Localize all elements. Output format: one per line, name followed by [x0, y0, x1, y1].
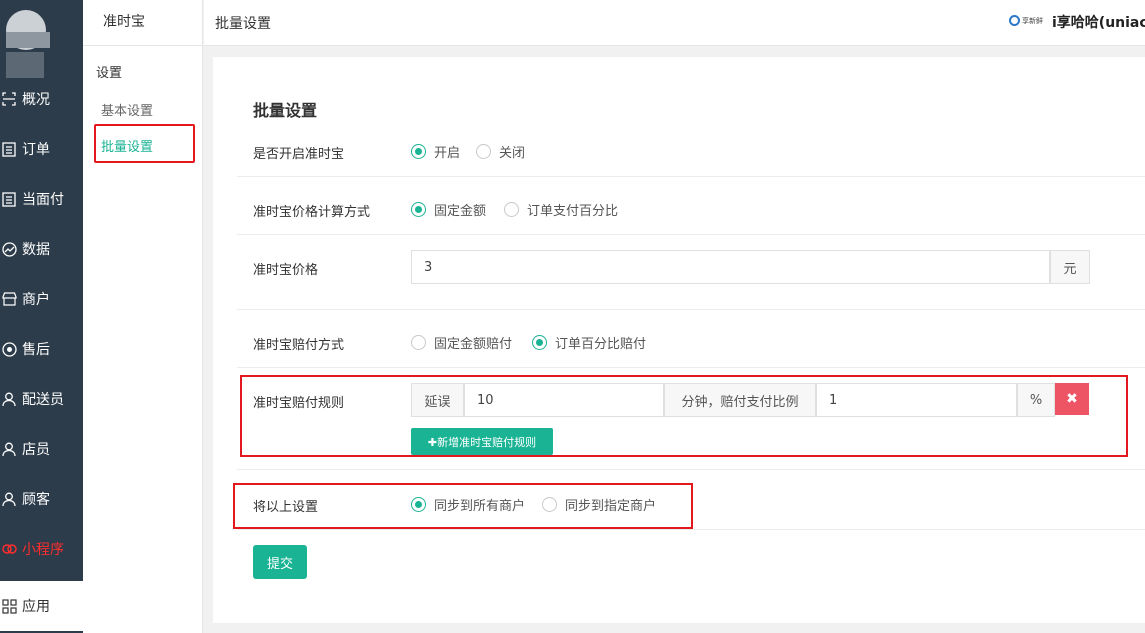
- nav-item-clerk[interactable]: 店员: [0, 424, 83, 474]
- radio-dot: [411, 335, 426, 350]
- radio-enable-on[interactable]: 开启: [411, 142, 460, 161]
- price-label: 准时宝价格: [253, 263, 319, 278]
- brand-name: 享新鲜: [1022, 16, 1043, 25]
- radio-dot: [411, 144, 426, 159]
- clerk-icon: [1, 441, 17, 457]
- service-icon: [1, 341, 17, 357]
- sub-nav-section: 设置: [96, 66, 123, 81]
- divider: [237, 309, 1145, 310]
- nav-item-courier[interactable]: 配送员: [0, 374, 83, 424]
- nav-item-miniprogram[interactable]: 小程序: [0, 524, 83, 574]
- radio-label: 固定金额赔付: [434, 337, 513, 352]
- settings-panel: 批量设置 是否开启准时宝 开启 关闭 准时宝价格计算方式 固定金额 订单支付百分…: [213, 57, 1145, 623]
- brand-icon: [1009, 15, 1020, 26]
- page-title: 批量设置: [215, 16, 271, 32]
- nav-label: 数据: [22, 242, 50, 258]
- divider: [237, 529, 1145, 530]
- sub-nav: 准时宝 设置 基本设置 批量设置: [83, 0, 203, 633]
- radio-comp-percent[interactable]: 订单百分比赔付: [532, 333, 646, 352]
- nav-item-data[interactable]: 数据: [0, 224, 83, 274]
- radio-label: 订单百分比赔付: [555, 337, 647, 352]
- radio-dot: [411, 202, 426, 217]
- submit-button[interactable]: 提交: [253, 545, 307, 579]
- nav-label: 配送员: [22, 392, 64, 408]
- divider: [237, 176, 1145, 177]
- user-name[interactable]: i享哈哈(uniaci: [1052, 12, 1145, 32]
- nav-label: 售后: [22, 342, 50, 358]
- enable-label: 是否开启准时宝: [253, 147, 345, 162]
- nav-label: 顾客: [22, 492, 50, 508]
- nav-item-merchant[interactable]: 商户: [0, 274, 83, 324]
- apps-icon: [1, 598, 17, 614]
- nav-item-apps[interactable]: 应用: [0, 581, 83, 631]
- nav-item-pay[interactable]: 当面付: [0, 174, 83, 224]
- calc-label: 准时宝价格计算方式: [253, 205, 371, 220]
- radio-enable-off[interactable]: 关闭: [476, 142, 525, 161]
- radio-label: 订单支付百分比: [527, 204, 619, 219]
- radio-calc-fixed[interactable]: 固定金额: [411, 200, 486, 219]
- nav-item-overview[interactable]: 概况: [0, 74, 83, 124]
- comp-label: 准时宝赔付方式: [253, 338, 345, 353]
- radio-calc-percent[interactable]: 订单支付百分比: [504, 200, 618, 219]
- nav-label: 小程序: [22, 542, 64, 558]
- divider: [237, 469, 1145, 470]
- highlight-box-sync: [233, 483, 693, 529]
- nav-label: 店员: [22, 442, 50, 458]
- highlight-box-rule: [240, 375, 1128, 457]
- form-title: 批量设置: [253, 101, 318, 120]
- order-icon: [1, 141, 17, 157]
- radio-dot: [504, 202, 519, 217]
- nav-item-aftersale[interactable]: 售后: [0, 324, 83, 374]
- chart-icon: [1, 241, 17, 257]
- store-icon: [1, 291, 17, 307]
- customer-icon: [1, 491, 17, 507]
- pay-icon: [1, 191, 17, 207]
- nav-label: 商户: [22, 292, 50, 308]
- radio-dot: [476, 144, 491, 159]
- sub-nav-title: 准时宝: [83, 0, 202, 46]
- nav-label: 应用: [22, 599, 50, 615]
- main-nav: 概况 订单 当面付 数据 商户 售后 配送员 店员 顾客 小程序 应用: [0, 0, 83, 633]
- courier-icon: [1, 391, 17, 407]
- nav-label: 订单: [22, 142, 50, 158]
- miniprogram-icon: [1, 541, 17, 557]
- radio-dot: [532, 335, 547, 350]
- highlight-box-sidebar: [94, 124, 195, 163]
- price-unit: 元: [1050, 250, 1090, 284]
- radio-comp-fixed[interactable]: 固定金额赔付: [411, 333, 512, 352]
- divider: [237, 234, 1145, 235]
- sub-item-basic-settings[interactable]: 基本设置: [101, 100, 153, 119]
- radio-label: 固定金额: [434, 204, 487, 219]
- logo: [4, 8, 52, 78]
- overview-icon: [1, 91, 17, 107]
- nav-item-order[interactable]: 订单: [0, 124, 83, 174]
- radio-label: 关闭: [499, 146, 526, 161]
- price-input[interactable]: 3: [411, 250, 1050, 284]
- nav-item-customer[interactable]: 顾客: [0, 474, 83, 524]
- brand-logo: 享新鲜: [1009, 15, 1043, 26]
- divider: [237, 367, 1145, 368]
- top-bar: 批量设置 享新鲜 i享哈哈(uniaci: [204, 0, 1145, 46]
- nav-label: 概况: [22, 92, 50, 108]
- nav-label: 当面付: [22, 192, 64, 208]
- radio-label: 开启: [434, 146, 461, 161]
